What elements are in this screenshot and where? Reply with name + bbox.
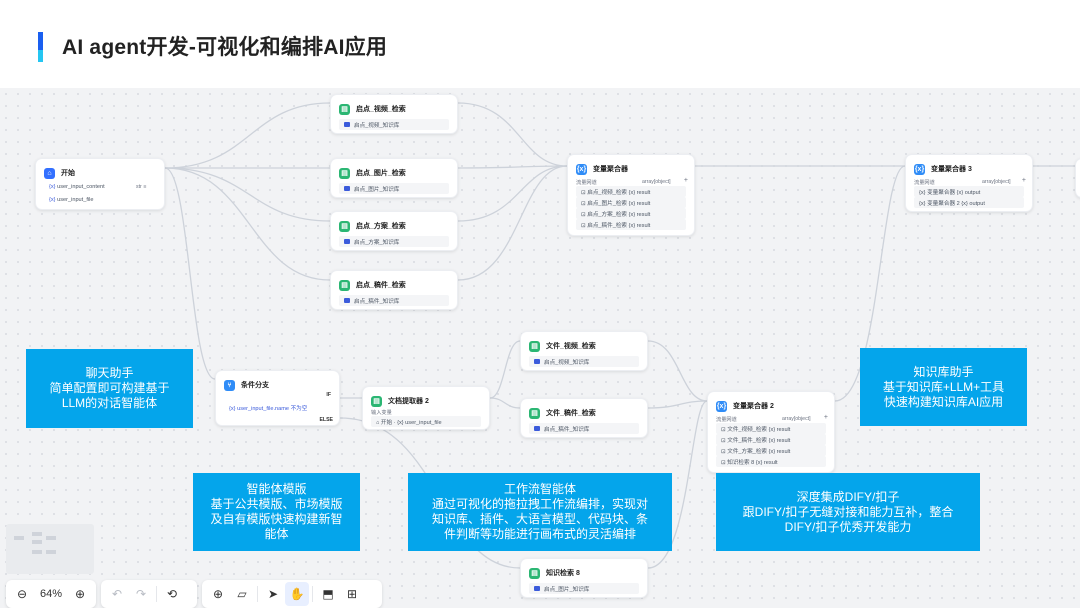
add-note-icon[interactable]: ▱ (230, 582, 254, 606)
kb-8-title: 知识检索 8 (546, 570, 580, 577)
aggregator-2-meta-label: 流量网道 (716, 417, 737, 423)
home-icon: ⌂ (44, 167, 55, 179)
condition-row: {x} user_input_file.name 不为空 (229, 405, 308, 412)
kb-video-dataset: 启点_视频_知识库 (339, 119, 449, 130)
zoom-toolbar: ⊖ 64% ⊕ (6, 580, 96, 608)
start-node-title: 开始 (61, 170, 75, 177)
aggregator-row: ⊡ 启点_稿件_检索 {x} result (576, 219, 686, 230)
annotation-kb-assistant: 知识库助手 基于知识库+LLM+工具 快速构建知识库AI应用 (860, 348, 1027, 426)
canvas-toolbar: ⊕ ▱ ➤ ✋ ⬒ ⊞ (202, 580, 382, 608)
pointer-icon[interactable]: ➤ (261, 582, 285, 606)
annotation-dify-integration: 深度集成DIFY/扣子 跟DIFY/扣子无缝对接和能力互补，整合 DIFY/扣子优秀… (716, 473, 980, 551)
page-title: AI agent开发-可视化和编排AI应用 (62, 36, 388, 59)
slide-header: AI agent开发-可视化和编排AI应用 (0, 0, 1080, 88)
if-label: IF (326, 392, 331, 398)
redo-icon[interactable]: ↷ (129, 582, 153, 606)
aggregator-meta-label: 流量网道 (576, 180, 597, 186)
undo-icon[interactable]: ↶ (105, 582, 129, 606)
start-node[interactable]: ⌂ 开始 {x} user_input_content str ≡ {x} use… (35, 158, 165, 210)
aggregator-row: ⊡ 启点_方案_检索 {x} result (576, 208, 686, 219)
aggregator-row: ⊡ 启点_图片_检索 {x} result (576, 197, 686, 208)
zoom-in-icon[interactable]: ⊕ (68, 582, 92, 606)
aggregator-3-title: 变量聚合器 3 (931, 166, 972, 173)
aggregator-3-row: {x} 变量聚合器 2 {x} output (914, 197, 1024, 208)
aggregator-output-type: array[object] (642, 179, 671, 185)
annotation-agent-template: 智能体模版 基于公共模版、市场模版 及自有模版快速构建新智 能体 (193, 473, 360, 551)
aggregator-title: 变量聚合器 (593, 166, 628, 173)
start-var-file: {x} user_input_file (49, 196, 94, 203)
annotation-chat-assistant: 聊天助手 简单配置即可构建基于 LLM的对话智能体 (26, 349, 193, 428)
add-icon[interactable]: + (1022, 177, 1026, 184)
kb-8-node[interactable]: ▤ 知识检索 8 启点_图片_知识库 (520, 558, 648, 598)
doc-extractor-title: 文档提取器 2 (388, 398, 429, 405)
aggregator-2-row: ⊡ 文件_稿件_检索 {x} result (716, 434, 826, 445)
condition-branch-title: 条件分支 (241, 382, 269, 389)
kb-8-dataset: 启点_图片_知识库 (529, 583, 639, 594)
aggregator-3-meta-label: 流量网道 (914, 180, 935, 186)
kb-retrieval-icon: ▤ (339, 103, 350, 115)
kb-plan-dataset: 启点_方案_知识库 (339, 236, 449, 247)
kb-plan-node[interactable]: ▤ 启点_方案_检索 启点_方案_知识库 (330, 211, 458, 251)
start-var-content-type: str ≡ (136, 184, 147, 190)
variable-aggregator-icon: {x} (716, 400, 727, 412)
aggregator-2-row: ⊡ 文件_方案_检索 {x} result (716, 445, 826, 456)
file-video-node[interactable]: ▤ 文件_视频_检索 启点_视频_知识库 (520, 331, 648, 371)
branch-icon: ⑂ (224, 379, 235, 391)
kb-retrieval-icon: ▤ (339, 279, 350, 291)
offscreen-node[interactable] (1075, 158, 1080, 198)
kb-doc-dataset: 启点_稿件_知识库 (339, 295, 449, 306)
aggregator-3-row: {x} 变量聚合器 {x} output (914, 186, 1024, 197)
aggregator-2-title: 变量聚合器 2 (733, 403, 774, 410)
kb-doc-title: 启点_稿件_检索 (356, 282, 406, 289)
file-video-dataset: 启点_视频_知识库 (529, 356, 639, 367)
aggregator-2-row: ⊡ 知识检索 8 {x} result (716, 456, 826, 467)
add-icon[interactable]: + (824, 414, 828, 421)
aggregator-3-output-type: array[object] (982, 179, 1011, 185)
aggregator-node[interactable]: {x} 变量聚合器 流量网道 array[object] + ⊡ 启点_视频_检索… (567, 154, 695, 236)
add-icon[interactable]: + (684, 177, 688, 184)
kb-image-node[interactable]: ▤ 启点_图片_检索 启点_图片_知识库 (330, 158, 458, 198)
file-doc-title: 文件_稿件_检索 (546, 410, 596, 417)
doc-extractor-node[interactable]: ▤ 文档提取器 2 输入变量 ⌂ 开始 · {x} user_input_file (362, 386, 490, 430)
annotation-workflow-agent: 工作流智能体 通过可视化的拖拉拽工作流编排，实现对 知识库、插件、大语言模型、代码块… (408, 473, 672, 551)
organize-layout-icon[interactable]: ⊞ (340, 582, 364, 606)
condition-branch-node[interactable]: ⑂ 条件分支 IF {x} user_input_file.name 不为空 EL… (215, 370, 340, 426)
kb-doc-node[interactable]: ▤ 启点_稿件_检索 启点_稿件_知识库 (330, 270, 458, 310)
doc-extractor-icon: ▤ (371, 395, 382, 407)
aggregator-2-node[interactable]: {x} 变量聚合器 2 流量网道 array[object] + ⊡ 文件_视频_… (707, 391, 835, 473)
variable-aggregator-icon: {x} (914, 163, 925, 175)
kb-plan-title: 启点_方案_检索 (356, 223, 406, 230)
zoom-out-icon[interactable]: ⊖ (10, 582, 34, 606)
kb-video-title: 启点_视频_检索 (356, 106, 406, 113)
variable-aggregator-icon: {x} (576, 163, 587, 175)
kb-retrieval-icon: ▤ (339, 167, 350, 179)
history-icon[interactable]: ⟲ (160, 582, 184, 606)
file-doc-dataset: 启点_稿件_知识库 (529, 423, 639, 434)
export-image-icon[interactable]: ⬒ (316, 582, 340, 606)
kb-image-title: 启点_图片_检索 (356, 170, 406, 177)
aggregator-row: ⊡ 启点_视频_检索 {x} result (576, 186, 686, 197)
history-toolbar: ↶ ↷ ⟲ (101, 580, 197, 608)
kb-retrieval-icon: ▤ (339, 220, 350, 232)
hand-icon[interactable]: ✋ (285, 582, 309, 606)
doc-extractor-input-label: 输入变量 (371, 410, 392, 416)
zoom-level[interactable]: 64% (34, 588, 68, 600)
file-video-title: 文件_视频_检索 (546, 343, 596, 350)
add-node-icon[interactable]: ⊕ (206, 582, 230, 606)
kb-retrieval-icon: ▤ (529, 340, 540, 352)
doc-extractor-input: ⌂ 开始 · {x} user_input_file (371, 416, 481, 427)
kb-retrieval-icon: ▤ (529, 567, 540, 579)
kb-retrieval-icon: ▤ (529, 407, 540, 419)
canvas-minimap[interactable] (6, 524, 94, 574)
else-label: ELSE (319, 417, 333, 423)
kb-video-node[interactable]: ▤ 启点_视频_检索 启点_视频_知识库 (330, 94, 458, 134)
title-accent-bar (38, 32, 43, 62)
aggregator-2-row: ⊡ 文件_视频_检索 {x} result (716, 423, 826, 434)
file-doc-node[interactable]: ▤ 文件_稿件_检索 启点_稿件_知识库 (520, 398, 648, 438)
aggregator-3-node[interactable]: {x} 变量聚合器 3 流量网道 array[object] + {x} 变量聚合… (905, 154, 1033, 212)
kb-image-dataset: 启点_图片_知识库 (339, 183, 449, 194)
aggregator-2-output-type: array[object] (782, 416, 811, 422)
